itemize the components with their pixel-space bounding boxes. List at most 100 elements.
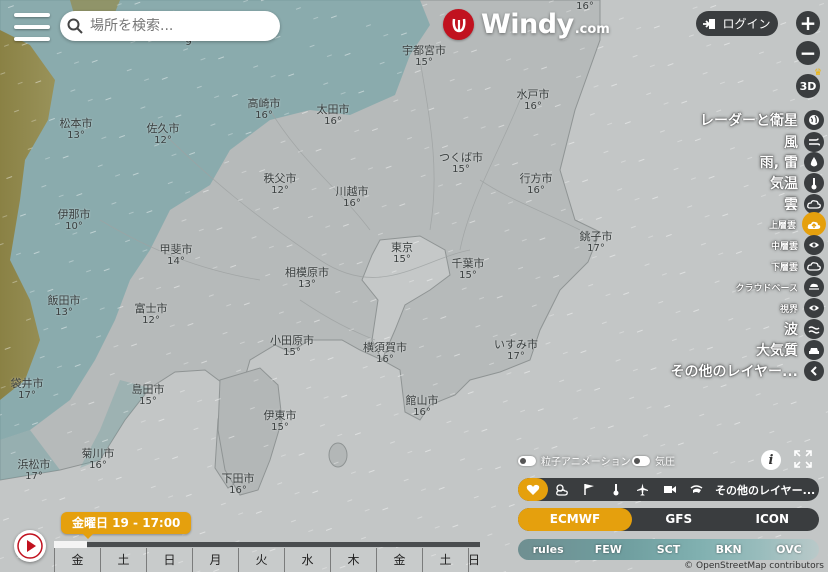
layer-rain-thunder[interactable]: 雨, 雷 (664, 152, 824, 172)
city-label: つくば市 15° (439, 151, 483, 175)
city-label: 伊東市 15° (263, 409, 297, 433)
cloud-legend[interactable]: rules FEW SCT BKN OVC (518, 539, 819, 560)
city-label: 浜松市 17° (17, 458, 51, 482)
more-layers-link[interactable]: その他のレイヤー... (715, 482, 815, 498)
zoom-in-button[interactable]: + (796, 11, 820, 35)
city-label: 水戸市 16° (516, 88, 550, 112)
car-icon (804, 340, 824, 360)
legend-item: SCT (656, 543, 681, 556)
eye-icon (804, 298, 824, 318)
pressure-toggle[interactable]: 気圧 (632, 453, 675, 468)
layer-clouds[interactable]: 雲 (664, 194, 824, 214)
timeline-day[interactable]: 水 (284, 548, 330, 572)
toggle-switch[interactable] (518, 455, 536, 466)
layer-cloud-base[interactable]: クラウドベース (664, 277, 824, 297)
search-input[interactable] (90, 18, 270, 34)
webcam-icon[interactable] (656, 478, 683, 501)
play-icon (17, 533, 43, 559)
sun-cloud-icon[interactable] (548, 478, 575, 501)
model-selector: ECMWF GFS ICON (518, 508, 819, 531)
map-attribution[interactable]: © OpenStreetMap contributors (684, 561, 824, 571)
layer-low-clouds[interactable]: 下層雲 (664, 256, 824, 276)
legend-item: BKN (715, 543, 742, 556)
timeline-day[interactable]: 火 (238, 548, 284, 572)
layer-waves[interactable]: 波 (664, 319, 824, 339)
city-label: 甲斐市 14° (159, 243, 193, 267)
airplane-icon[interactable] (629, 478, 656, 501)
layer-visibility[interactable]: 視界 (664, 298, 824, 318)
login-label: ログイン (722, 17, 771, 31)
particles-toggle[interactable]: 粒子アニメーション (518, 453, 631, 468)
toggle-switch[interactable] (632, 455, 650, 466)
chevron-left-icon (804, 361, 824, 381)
legend-item: FEW (594, 543, 622, 556)
timeline-day[interactable]: 土 (422, 548, 468, 572)
layer-radar-satellite[interactable]: レーダーと衛星 (664, 110, 824, 130)
city-label: 袋井市 17° (10, 377, 44, 401)
city-label: 島田市 15° (131, 383, 165, 407)
timeline-day[interactable]: 金 (54, 548, 100, 572)
logo-text: Windy (481, 9, 574, 40)
cloud-icon (804, 194, 824, 214)
cloud-down-icon (804, 256, 824, 276)
flag-icon[interactable] (575, 478, 602, 501)
windsock-icon[interactable] (683, 478, 710, 501)
info-button[interactable]: i (761, 450, 781, 470)
cloud-base-icon (804, 277, 824, 297)
layer-wind[interactable]: 風 (664, 132, 824, 152)
windy-logo-icon (443, 9, 474, 40)
city-label: 菊川市 16° (81, 447, 115, 471)
city-label: 東京 15° (391, 241, 413, 265)
layer-more[interactable]: その他のレイヤー... (664, 361, 824, 381)
model-ecmwf[interactable]: ECMWF (518, 508, 632, 531)
city-label: 飯田市 13° (47, 294, 81, 318)
menu-button[interactable] (14, 13, 50, 41)
layer-air-quality[interactable]: 大気質 (664, 340, 824, 360)
play-button[interactable] (14, 530, 46, 562)
search-box[interactable] (60, 11, 280, 41)
timeline-day[interactable]: 日 (146, 548, 192, 572)
city-label: 銚子市 17° (579, 230, 613, 254)
favorites-bar: その他のレイヤー... (518, 478, 819, 501)
city-label: 行方市 16° (519, 172, 553, 196)
timeline-day[interactable]: 土 (100, 548, 146, 572)
cloud-eye-icon (804, 235, 824, 255)
thermometer-icon[interactable] (602, 478, 629, 501)
timeline-day[interactable]: 日 (468, 548, 481, 572)
timeline-track[interactable] (54, 542, 480, 547)
city-label: 横須賀市 16° (363, 341, 407, 365)
city-label: 小田原市 15° (270, 334, 314, 358)
timeline-days: 金 土 日 月 火 水 木 金 土 日 (54, 548, 481, 572)
timeline-progress[interactable] (54, 541, 87, 548)
legend-item: rules (532, 543, 564, 556)
timeline-day[interactable]: 金 (376, 548, 422, 572)
city-label: 太田市 16° (316, 103, 350, 127)
timeline-day[interactable]: 月 (192, 548, 238, 572)
city-label: 川越市 16° (335, 185, 369, 209)
zoom-out-button[interactable]: − (796, 41, 820, 65)
wind-icon (804, 132, 824, 152)
model-gfs[interactable]: GFS (632, 508, 726, 531)
current-time-label[interactable]: 金曜日 19 - 17:00 (61, 512, 192, 539)
city-label: 富士市 12° (134, 302, 168, 326)
model-icon[interactable]: ICON (726, 508, 820, 531)
cloud-up-icon (802, 212, 826, 236)
city-label: 秩父市 12° (263, 172, 297, 196)
heart-icon[interactable] (518, 478, 548, 501)
layer-medium-clouds[interactable]: 中層雲 (664, 235, 824, 255)
logo-domain: .com (574, 22, 610, 37)
windy-logo[interactable]: Windy .com (443, 9, 610, 40)
login-button[interactable]: ログイン (696, 11, 778, 36)
layer-high-clouds[interactable]: 上層雲 (664, 212, 826, 236)
city-label: 千葉市 15° (451, 257, 485, 281)
login-icon (703, 18, 716, 29)
search-icon (60, 11, 90, 41)
crown-icon: ♛ (814, 68, 823, 78)
fullscreen-icon[interactable] (794, 450, 812, 468)
layer-temperature[interactable]: 気温 (664, 173, 824, 193)
city-label: 佐久市 12° (146, 122, 180, 146)
city-label: 伊那市 10° (57, 208, 91, 232)
waves-icon (804, 319, 824, 339)
timeline-day[interactable]: 木 (330, 548, 376, 572)
globe-icon (804, 110, 824, 130)
